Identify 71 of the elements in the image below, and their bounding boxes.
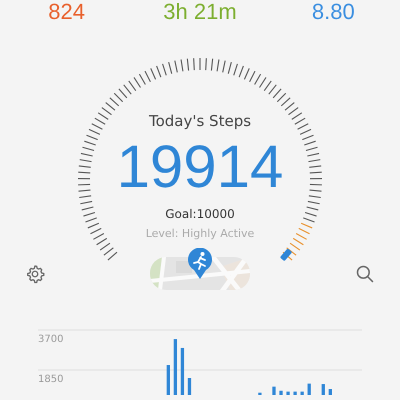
chart-bar [328, 389, 332, 395]
gauge-tick [308, 195, 321, 198]
chart-bar [180, 348, 184, 395]
gauge-tick [199, 58, 201, 70]
gauge-tick [210, 58, 214, 71]
chart-bar [272, 386, 276, 395]
gauge-tick [105, 102, 116, 111]
axis-label: 3700 [38, 334, 64, 345]
stat-value: 824 [48, 0, 86, 24]
chart-bar [322, 384, 325, 395]
gauge-title: Today's Steps [148, 111, 252, 132]
search-icon[interactable] [355, 264, 375, 284]
gauge-tick [288, 107, 299, 116]
step-count: 19914 [116, 134, 284, 200]
chart-bar [188, 378, 192, 395]
gauge-tick [222, 60, 226, 72]
progress-marker [280, 248, 292, 262]
gauge-tick [308, 159, 320, 162]
gauge-tick [308, 200, 320, 204]
stat-value: 3h 21m [163, 0, 237, 24]
settings-icon[interactable] [25, 264, 45, 284]
goal-text: Goal:10000 [165, 206, 235, 222]
chart-bar [300, 392, 304, 395]
gauge-tick [310, 172, 322, 174]
chart-bar [279, 390, 283, 395]
gauge-tick [276, 92, 286, 102]
stat-value: 8.80 [312, 0, 355, 24]
runner-pin-icon[interactable] [187, 248, 213, 280]
chart-bar [258, 392, 262, 395]
gauge-tick [193, 58, 195, 70]
gauge-tick [286, 247, 296, 256]
gauge-tick [264, 80, 272, 92]
gauge-tick [128, 80, 136, 92]
chart-bar [286, 392, 290, 395]
gauge-tick [78, 184, 90, 186]
chart-bar [166, 365, 170, 395]
gauge-tick [282, 252, 292, 260]
gauge-tick [101, 107, 112, 116]
gauge-tick [80, 159, 92, 162]
gauge-tick [180, 59, 184, 72]
gauge-tick [309, 165, 322, 168]
gauge-tick [78, 165, 91, 168]
gauge-tick [310, 178, 322, 180]
axis-label: 1850 [38, 374, 64, 385]
gauge-tick [78, 172, 90, 174]
gauge-tick [309, 190, 322, 192]
gauge-tick [272, 88, 282, 98]
gauge-tick [284, 102, 295, 111]
activity-level: Level: Highly Active [146, 226, 254, 242]
gauge-tick [280, 97, 291, 106]
gauge-tick [186, 58, 190, 71]
gauge-tick [114, 92, 124, 102]
gauge-tick [268, 84, 277, 94]
chart-bar [293, 392, 297, 395]
gauge-tick [108, 252, 118, 260]
gauge-tick [205, 58, 207, 70]
gauge-tick [109, 97, 120, 106]
gauge-tick [118, 88, 128, 98]
gauge-tick [174, 60, 178, 72]
gauge-tick [80, 200, 92, 204]
gauge-tick [80, 152, 93, 157]
chart-bar [174, 339, 178, 395]
gauge-tick [216, 59, 220, 72]
gauge-tick [78, 190, 91, 192]
gauge-tick [78, 178, 90, 180]
gauge-tick [310, 184, 322, 186]
chart-bar [308, 384, 311, 395]
gauge-tick [104, 247, 114, 256]
gauge-tick [79, 195, 92, 198]
gauge-tick [307, 152, 320, 157]
gauge-tick [123, 84, 132, 94]
